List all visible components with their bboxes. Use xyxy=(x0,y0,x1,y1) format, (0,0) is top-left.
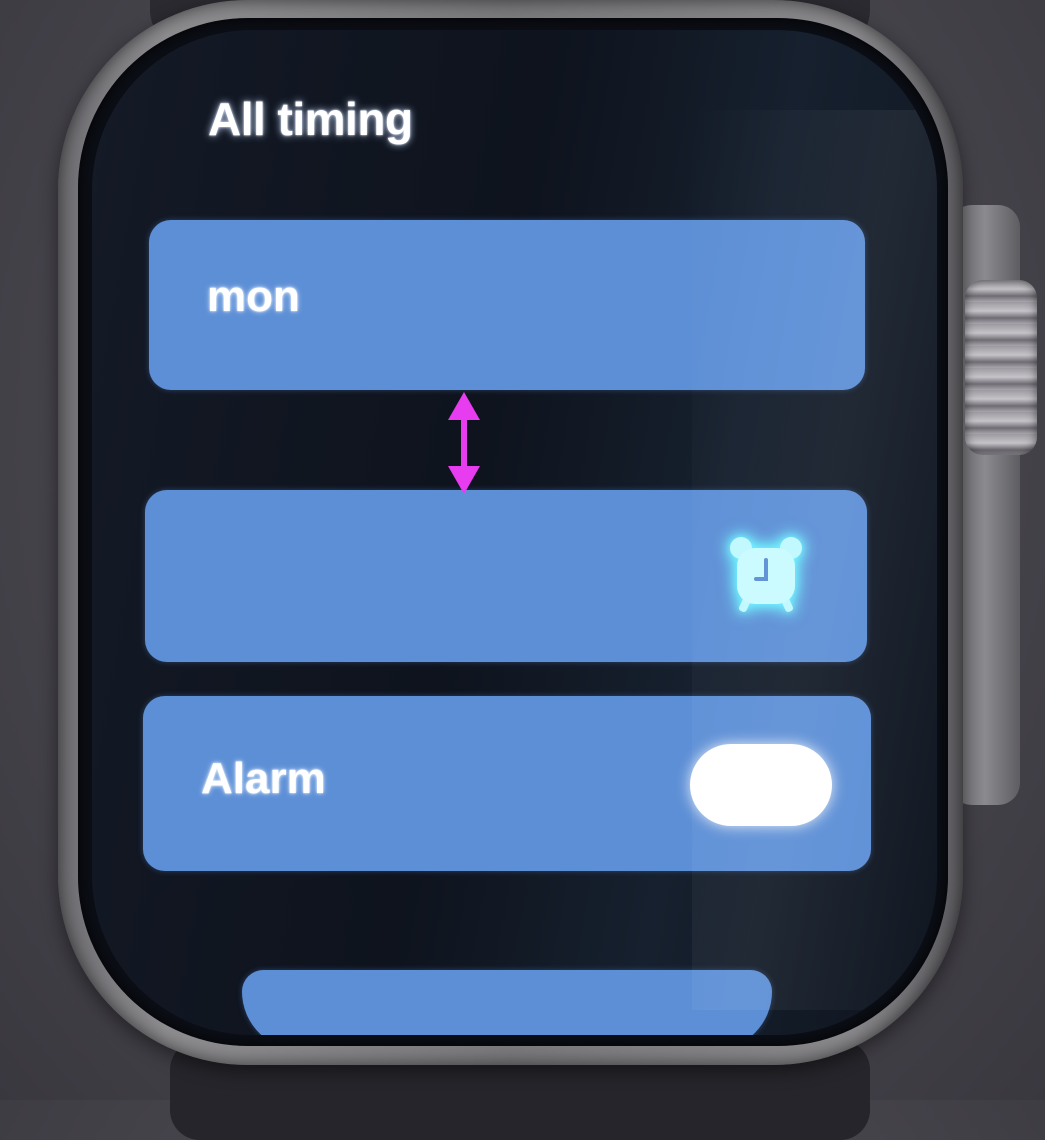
list-item-label: Alarm xyxy=(201,754,326,803)
digital-crown[interactable] xyxy=(965,280,1037,455)
list-item-partial[interactable] xyxy=(242,970,772,1035)
watch-screen: All timing mon Alarm xyxy=(92,30,937,1035)
page-title: All timing xyxy=(208,93,413,145)
list-item-alarm-time[interactable] xyxy=(145,490,867,662)
alarm-toggle[interactable] xyxy=(690,744,832,826)
list-item-alarm[interactable]: Alarm xyxy=(143,696,871,871)
alarm-clock-icon xyxy=(730,537,802,612)
double-arrow-icon xyxy=(448,392,480,494)
list-item-label: mon xyxy=(207,272,300,321)
list-item-mon[interactable]: mon xyxy=(149,220,865,390)
